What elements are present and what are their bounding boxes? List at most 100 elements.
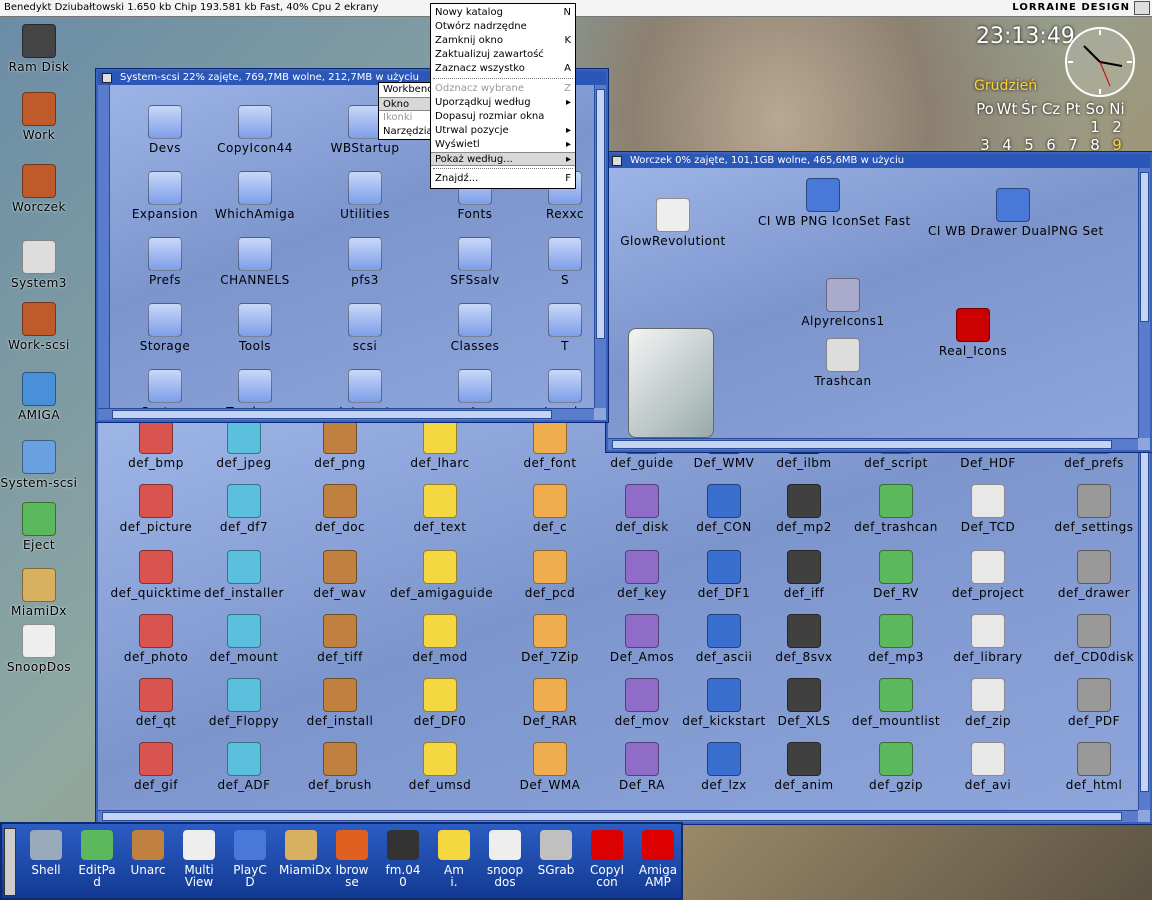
file-icon-item[interactable]: def_brush (290, 742, 390, 792)
file-icon-item[interactable]: Def_7Zip (500, 614, 600, 664)
file-icon-item[interactable]: def_mount (194, 614, 294, 664)
program-icon-item[interactable]: AlpyreIcons1 (788, 278, 898, 328)
menu-item[interactable]: Wyświetl ▸ (431, 138, 575, 152)
file-icon-item[interactable]: def_c (500, 484, 600, 534)
dock-item[interactable]: Unarc (126, 830, 170, 876)
defs-hscroll[interactable] (98, 810, 1138, 822)
close-icon[interactable] (102, 73, 112, 83)
calendar-day[interactable] (1040, 118, 1062, 136)
file-icon-item[interactable]: Def_TCD (938, 484, 1038, 534)
file-icon-item[interactable]: def_lharc (390, 420, 490, 470)
worczek-window[interactable]: Worczek 0% zajęte, 101,1GB wolne, 465,6M… (606, 152, 1152, 452)
drive-icon-item[interactable]: System3 (0, 240, 78, 290)
dock-item[interactable]: EditPa d (75, 830, 119, 888)
file-icon-item[interactable]: Def_RAR (500, 678, 600, 728)
file-icon-item[interactable]: def_DF0 (390, 678, 490, 728)
file-icon-item[interactable]: def_ADF (194, 742, 294, 792)
eject-icon-item[interactable]: Eject (0, 502, 78, 552)
file-icon-item[interactable]: def_pcd (500, 550, 600, 600)
file-icon-item[interactable]: def_trashcan (846, 484, 946, 534)
menu-title[interactable]: Workbench (379, 83, 439, 97)
file-icon-item[interactable]: def_gzip (846, 742, 946, 792)
drawer-icon-item[interactable]: pfs3 (322, 237, 408, 287)
file-icon-item[interactable]: def_installer (194, 550, 294, 600)
file-icon-item[interactable]: def_library (938, 614, 1038, 664)
drawer-icon-item[interactable]: Storage (122, 303, 208, 353)
drawer-icon-item[interactable]: Expansion (122, 171, 208, 221)
file-icon-item[interactable]: Def_XLS (754, 678, 854, 728)
drawer-icon-item[interactable]: Classes (432, 303, 518, 353)
file-icon-item[interactable]: def_iff (754, 550, 854, 600)
dock-item[interactable]: SGrab (534, 830, 578, 876)
worczek-vscroll[interactable] (1138, 168, 1150, 438)
file-icon-item[interactable]: Def_RV (846, 550, 946, 600)
file-icon-item[interactable]: def_picture (106, 484, 206, 534)
file-icon-item[interactable]: def_mountlist (846, 678, 946, 728)
screen-titlebar[interactable]: Benedykt Dziubałtowski 1.650 kb Chip 193… (0, 0, 1152, 17)
calendar-day[interactable] (996, 118, 1018, 136)
file-icon-item[interactable]: def_settings (1044, 484, 1144, 534)
drawer-icon-item[interactable]: CopyIcon44 (212, 105, 298, 155)
dock-drag-handle[interactable] (4, 828, 16, 896)
calendar-day[interactable] (1018, 118, 1040, 136)
file-icon-item[interactable]: def_mp3 (846, 614, 946, 664)
drawer-icon-item[interactable]: SFSsalv (432, 237, 518, 287)
file-icon-item[interactable]: def_png (290, 420, 390, 470)
menu-item[interactable]: Zamknij okno K (431, 34, 575, 48)
usb-icon-item[interactable]: AMIGA (0, 372, 78, 422)
menu-item[interactable]: Zaznacz wszystko A (431, 62, 575, 76)
file-icon-item[interactable]: Def_WMA (500, 742, 600, 792)
file-icon-item[interactable]: def_zip (938, 678, 1038, 728)
harddisk-icon-item[interactable]: Work-scsi (0, 302, 78, 352)
dock-item[interactable]: CopyI con (585, 830, 629, 888)
file-icon-item[interactable]: def_project (938, 550, 1038, 600)
file-icon-item[interactable]: def_Floppy (194, 678, 294, 728)
harddisk-icon-item[interactable]: Worczek (0, 164, 78, 214)
calendar-day[interactable]: 2 (1106, 118, 1128, 136)
file-icon-item[interactable]: def_quicktime (106, 550, 206, 600)
menu-title[interactable]: Ikonki (379, 111, 431, 125)
scsi-hscroll[interactable] (98, 408, 594, 420)
dock-item[interactable]: Amiga AMP (636, 830, 680, 888)
menu-item[interactable]: Utrwal pozycje ▸ (431, 124, 575, 138)
dock-item[interactable]: PlayC D (228, 830, 272, 888)
depth-gadget-icon[interactable] (1134, 1, 1150, 15)
file-icon-item[interactable]: def_tiff (290, 614, 390, 664)
file-icon-item[interactable]: def_bmp (106, 420, 206, 470)
drawer-icon-item[interactable]: scsi (322, 303, 408, 353)
dock-item[interactable]: Ibrow se (330, 830, 374, 888)
file-icon-item[interactable]: def_doc (290, 484, 390, 534)
file-icon-item[interactable]: def_font (500, 420, 600, 470)
file-icon-item[interactable]: def_qt (106, 678, 206, 728)
dock-item[interactable]: Am i. (432, 830, 476, 888)
program-icon-item[interactable]: CI WB PNG IconSet Fast (758, 178, 910, 228)
menu-item[interactable]: Pokaż według... ▸ (431, 152, 575, 166)
worczek-titlebar[interactable]: Worczek 0% zajęte, 101,1GB wolne, 465,6M… (608, 154, 1150, 168)
drawer-icon-item[interactable]: Utilities (322, 171, 408, 221)
file-icon-item[interactable]: def_amigaguide (390, 550, 493, 600)
program-icon-item[interactable]: Real_Icons (908, 308, 1038, 358)
menu-item[interactable]: Otwórz nadrzędne (431, 20, 575, 34)
harddisk-icon-item[interactable]: Work (0, 92, 78, 142)
file-icon-item[interactable]: def_df7 (194, 484, 294, 534)
defs-vscroll[interactable] (1138, 412, 1150, 810)
dock-item[interactable]: fm.04 0 (381, 830, 425, 888)
menu-item[interactable]: Nowy katalog N (431, 6, 575, 20)
calendar-day[interactable] (1062, 118, 1084, 136)
defs-window[interactable]: Def_WMV def_ilbm def_script Def_HDF def_pref… (96, 410, 1152, 824)
file-icon-item[interactable]: def_CD0disk (1044, 614, 1144, 664)
file-icon-item[interactable]: def_photo (106, 614, 206, 664)
dock-item[interactable]: MiamiDx (279, 830, 331, 876)
file-icon-item[interactable]: def_text (390, 484, 490, 534)
file-icon-item[interactable]: def_drawer (1044, 550, 1144, 600)
program-icon-item[interactable]: Trashcan (788, 338, 898, 388)
menu-titles[interactable]: Workbench Okno Ikonki Narzędzia (378, 82, 439, 140)
file-icon-item[interactable]: def_anim (754, 742, 854, 792)
file-icon-item[interactable]: def_PDF (1044, 678, 1144, 728)
file-icon-item[interactable]: def_umsd (390, 742, 490, 792)
menu-title[interactable]: Okno (379, 97, 431, 111)
context-menu[interactable]: Nowy katalog N Otwórz nadrzędne Zamknij okn… (430, 3, 576, 189)
file-icon-item[interactable]: def_jpeg (194, 420, 294, 470)
calendar-day[interactable] (974, 118, 996, 136)
ram-icon-item[interactable]: Ram Disk (0, 24, 78, 74)
